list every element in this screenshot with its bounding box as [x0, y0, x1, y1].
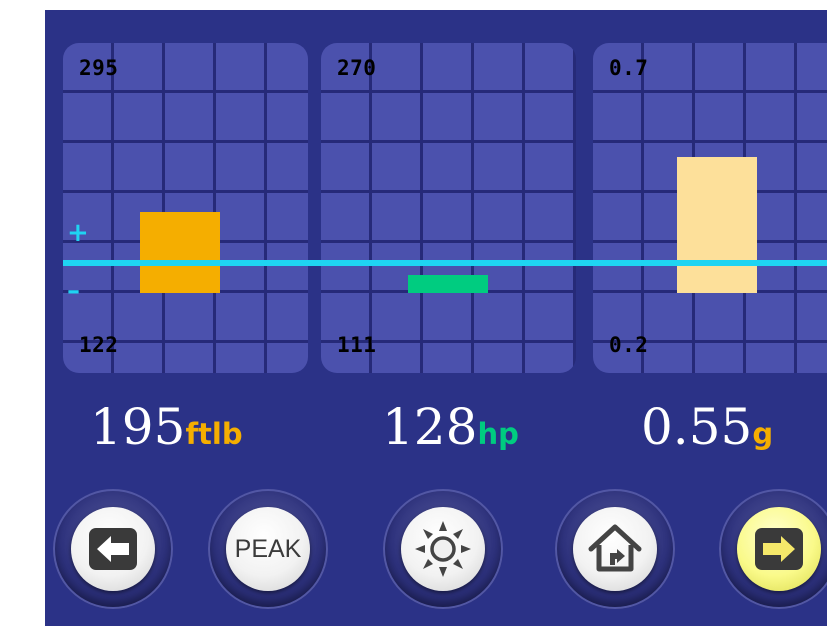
g-force-readout: 0.55g [641, 392, 773, 462]
next-button[interactable] [719, 489, 827, 609]
g-force-value: 0.55 [641, 398, 753, 456]
gauge-min-label: 111 [337, 333, 377, 357]
gauge-min-label: 0.2 [609, 333, 649, 357]
zero-line [63, 260, 827, 266]
back-button[interactable] [53, 489, 173, 609]
power-gauge: 270 111 [321, 43, 576, 373]
home-button[interactable] [555, 489, 675, 609]
peak-button[interactable]: PEAK [208, 489, 328, 609]
brightness-button[interactable] [383, 489, 503, 609]
back-button-face[interactable] [71, 507, 155, 591]
sun-icon [415, 521, 471, 577]
torque-gauge: 295 122 [63, 43, 308, 373]
next-button-face[interactable] [737, 507, 821, 591]
gauge-max-label: 0.7 [609, 56, 649, 80]
g-force-gauge: 0.7 0.2 [593, 43, 827, 373]
arrow-left-icon [89, 528, 137, 570]
gauge-min-label: 122 [79, 333, 119, 357]
g-force-bar [677, 157, 757, 293]
power-readout: 128hp [382, 392, 519, 462]
power-value: 128 [382, 398, 478, 456]
torque-bar [140, 212, 220, 293]
brightness-button-face[interactable] [401, 507, 485, 591]
torque-unit: ftlb [185, 417, 243, 451]
g-force-unit: g [752, 417, 774, 451]
gauge-max-label: 295 [79, 56, 119, 80]
torque-readout: 195ftlb [90, 392, 243, 462]
gauge-max-label: 270 [337, 56, 377, 80]
home-icon [588, 524, 642, 572]
peak-button-face[interactable]: PEAK [226, 507, 310, 591]
arrow-right-icon [755, 528, 803, 570]
minus-indicator: – [67, 276, 80, 306]
plus-indicator: + [67, 218, 89, 248]
power-bar [408, 274, 488, 293]
power-unit: hp [477, 417, 519, 451]
gauge-screen: 295 122 270 111 0.7 0.2 + – 195ftlb 128h… [45, 10, 827, 626]
peak-button-label: PEAK [234, 534, 302, 563]
torque-value: 195 [90, 398, 186, 456]
home-button-face[interactable] [573, 507, 657, 591]
